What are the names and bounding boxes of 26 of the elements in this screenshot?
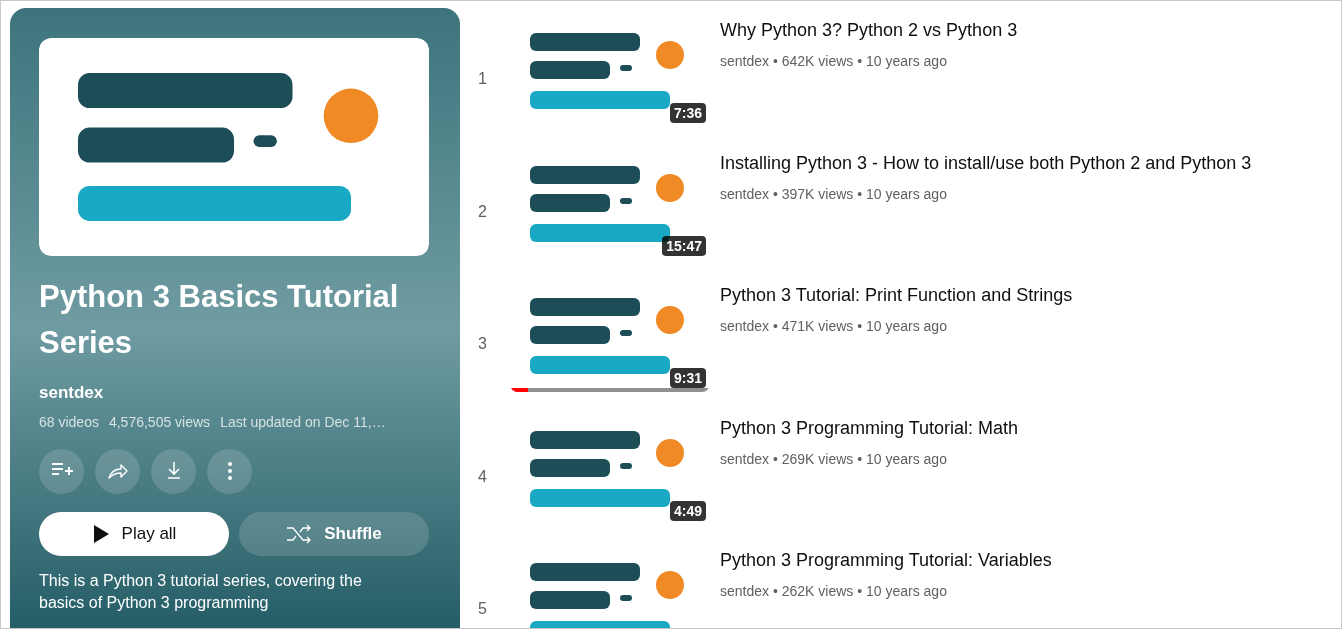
- video-index: 5: [478, 599, 488, 620]
- play-all-button[interactable]: Play all: [39, 511, 229, 556]
- shuffle-button[interactable]: Shuffle: [239, 511, 429, 556]
- video-index: 1: [478, 69, 488, 90]
- video-meta: sentdex • 262K views • 10 years ago: [720, 582, 948, 601]
- playlist-stat: Last updated on Dec 11,…: [220, 412, 386, 432]
- playlist-title: Python 3 Basics Tutorial Series: [39, 278, 400, 362]
- duration-badge: 15:47: [662, 235, 706, 256]
- video-meta: sentdex • 397K views • 10 years ago: [720, 184, 948, 204]
- channel-name[interactable]: sentdex: [39, 380, 431, 406]
- video-title[interactable]: Python 3 Tutorial: Print Function and Strings: [720, 282, 1073, 308]
- playlist-stat: 68 videos: [39, 412, 99, 432]
- video-title[interactable]: Installing Python 3 - How to install/use both Python 2 and Python 3: [720, 149, 1252, 176]
- playlist-stat: 4,576,505 views: [108, 412, 211, 432]
- video-index: 4: [478, 466, 488, 487]
- video-title[interactable]: Python 3 Programming Tutorial: Variables: [720, 547, 1052, 573]
- video-title[interactable]: Python 3 Programming Tutorial: Math: [720, 414, 1019, 441]
- playlist-description: This is a Python 3 tutorial series, covering the basics of Python 3 programming: [39, 570, 363, 613]
- video-meta: sentdex • 471K views • 10 years ago: [720, 317, 948, 336]
- video-index: 3: [478, 334, 488, 355]
- video-meta: sentdex • 269K views • 10 years ago: [720, 449, 948, 469]
- video-meta: sentdex • 642K views • 10 years ago: [720, 52, 948, 71]
- duration-badge: 9:31: [669, 368, 706, 388]
- video-title[interactable]: Why Python 3? Python 2 vs Python 3: [720, 17, 1018, 43]
- duration-badge: 7:36: [669, 103, 706, 123]
- video-index: 2: [478, 201, 488, 222]
